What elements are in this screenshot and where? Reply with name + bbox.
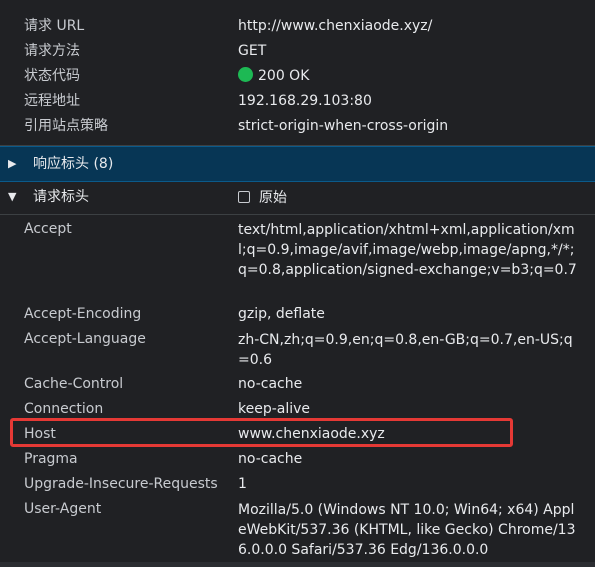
header-key: Accept xyxy=(24,221,72,237)
header-key: 请求方法 xyxy=(24,43,80,59)
header-value[interactable]: gzip, deflate xyxy=(238,302,578,327)
request-row-accept: Accept text/html,application/xhtml+xml,a… xyxy=(0,217,595,301)
header-value[interactable]: keep-alive xyxy=(238,397,578,422)
status-ok-icon xyxy=(238,67,253,82)
general-row-remote-address: 远程地址 192.168.29.103:80 xyxy=(0,89,595,114)
bottom-strip xyxy=(0,562,595,567)
status-value[interactable]: 200 OK xyxy=(238,64,578,89)
header-key: 引用站点策略 xyxy=(24,118,108,134)
request-row-upgrade-insecure-requests: Upgrade-Insecure-Requests 1 xyxy=(0,472,595,497)
request-row-cache-control: Cache-Control no-cache xyxy=(0,372,595,397)
header-key: Accept-Encoding xyxy=(24,306,142,322)
section-divider xyxy=(0,214,595,215)
header-value[interactable]: 192.168.29.103:80 xyxy=(238,89,578,114)
header-value[interactable]: 1 xyxy=(238,472,578,497)
request-row-accept-language: Accept-Language zh-CN,zh;q=0.9,en;q=0.8,… xyxy=(0,327,595,371)
header-key: User-Agent xyxy=(24,501,102,517)
request-row-pragma: Pragma no-cache xyxy=(0,447,595,472)
header-value[interactable]: text/html,application/xhtml+xml,applicat… xyxy=(238,220,578,280)
header-key: 远程地址 xyxy=(24,93,80,109)
general-row-status-code: 状态代码 200 OK xyxy=(0,64,595,89)
raw-checkbox[interactable] xyxy=(238,191,250,203)
header-value[interactable]: http://www.chenxiaode.xyz/ xyxy=(238,14,578,39)
general-row-request-method: 请求方法 GET xyxy=(0,39,595,64)
header-key: Cache-Control xyxy=(24,376,124,392)
header-key: 状态代码 xyxy=(24,68,80,84)
general-row-referrer-policy: 引用站点策略 strict-origin-when-cross-origin xyxy=(0,114,595,139)
header-key: Upgrade-Insecure-Requests xyxy=(24,476,218,492)
request-headers-title[interactable]: 请求标头 xyxy=(33,180,89,214)
request-row-user-agent: User-Agent Mozilla/5.0 (Windows NT 10.0;… xyxy=(0,497,595,561)
response-headers-section[interactable]: ▶ 响应标头 (8) xyxy=(0,146,595,182)
status-text: 200 OK xyxy=(258,68,310,84)
request-row-connection: Connection keep-alive xyxy=(0,397,595,422)
expand-triangle-icon[interactable]: ▶ xyxy=(8,147,16,181)
request-headers-section[interactable]: ▼ 请求标头 原始 xyxy=(0,180,595,214)
header-value[interactable]: zh-CN,zh;q=0.9,en;q=0.8,en-GB;q=0.7,en-U… xyxy=(238,330,578,370)
header-key: 请求 URL xyxy=(24,18,85,34)
collapse-triangle-icon[interactable]: ▼ xyxy=(8,180,16,214)
header-key: Pragma xyxy=(24,451,78,467)
request-row-host: Host www.chenxiaode.xyz xyxy=(0,422,595,447)
header-value[interactable]: GET xyxy=(238,39,578,64)
header-value[interactable]: no-cache xyxy=(238,372,578,397)
header-value[interactable]: Mozilla/5.0 (Windows NT 10.0; Win64; x64… xyxy=(238,500,583,560)
header-key: Accept-Language xyxy=(24,331,146,347)
request-row-accept-encoding: Accept-Encoding gzip, deflate xyxy=(0,302,595,327)
header-value[interactable]: strict-origin-when-cross-origin xyxy=(238,114,578,139)
header-value[interactable]: www.chenxiaode.xyz xyxy=(238,422,578,447)
raw-checkbox-label[interactable]: 原始 xyxy=(259,187,287,207)
raw-toggle[interactable]: 原始 xyxy=(238,180,287,214)
header-value[interactable]: no-cache xyxy=(238,447,578,472)
header-key: Connection xyxy=(24,401,104,417)
header-key: Host xyxy=(24,426,56,442)
general-row-request-url: 请求 URL http://www.chenxiaode.xyz/ xyxy=(0,14,595,39)
response-headers-title[interactable]: 响应标头 (8) xyxy=(33,147,113,181)
